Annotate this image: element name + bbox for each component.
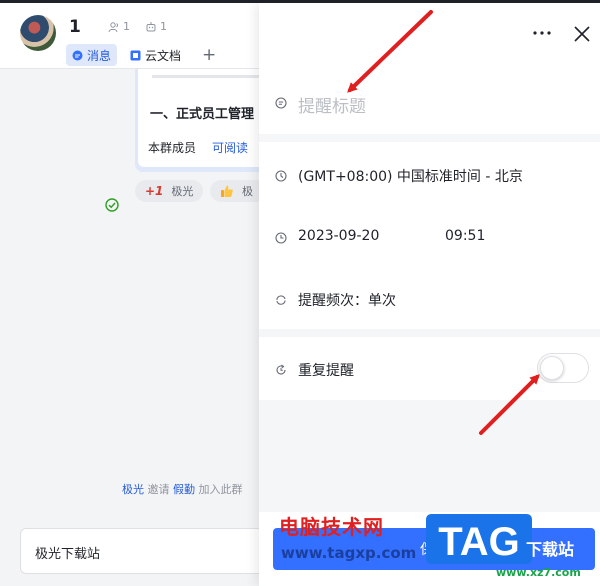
system-note-action: 邀请	[147, 483, 170, 496]
reminder-panel: 提醒标题 (GMT+08:00) 中国标准时间 - 北京 2023-09-20 …	[259, 3, 600, 586]
tab-messages[interactable]: 消息	[66, 44, 118, 66]
timezone-select[interactable]: (GMT+08:00) 中国标准时间 - 北京	[298, 166, 523, 186]
watermark-tag-logo: TAG	[426, 514, 532, 564]
repeat-reminder-toggle[interactable]	[537, 353, 589, 383]
reaction-user: 极光	[171, 185, 194, 198]
group-avatar[interactable]	[20, 15, 56, 51]
repeat-reminder-label: 重复提醒	[298, 363, 354, 379]
system-note-user[interactable]: 极光	[122, 483, 144, 496]
reminder-title-icon	[275, 97, 287, 109]
frequency-select[interactable]: 提醒频次：单次	[298, 290, 396, 310]
reminder-settings: (GMT+08:00) 中国标准时间 - 北京 2023-09-20 09:51…	[259, 142, 600, 329]
card-divider	[152, 75, 262, 78]
chat-bubble-icon	[72, 50, 83, 60]
clock-icon	[275, 232, 287, 244]
watermark-url-2: www.xz7.com	[496, 566, 581, 579]
reaction-plus-one[interactable]: +1 极光	[135, 180, 203, 202]
card-heading: 一、正式员工管理	[150, 107, 255, 122]
close-icon[interactable]	[573, 25, 591, 43]
plus-one-icon: +1	[145, 184, 164, 198]
add-tab-button[interactable]: +	[196, 44, 222, 66]
panel-header	[259, 3, 600, 71]
card-members-label: 本群成员	[148, 141, 197, 155]
read-check-icon	[105, 198, 119, 212]
chat-title[interactable]: 1	[69, 17, 81, 37]
message-input[interactable]: 极光下载站	[20, 528, 272, 574]
watermark-tag-text: TAG	[438, 520, 519, 564]
repeat-reminder-row: 重复提醒	[259, 337, 600, 400]
tab-messages-label: 消息	[87, 48, 112, 63]
tab-docs-label: 云文档	[145, 48, 182, 63]
more-icon[interactable]	[531, 27, 553, 39]
watermark-site: 下载站	[526, 540, 575, 559]
message-card[interactable]: 一、正式员工管理 本群成员 可阅读	[138, 69, 275, 167]
bots-count[interactable]: 1	[145, 20, 167, 33]
time-picker[interactable]: 09:51	[445, 228, 485, 244]
thumbs-up-icon	[221, 185, 233, 197]
system-note-suffix: 加入此群	[198, 483, 243, 496]
message-input-text: 极光下载站	[35, 547, 101, 562]
bots-count-value: 1	[160, 20, 167, 33]
frequency-icon	[276, 295, 286, 305]
system-note-target[interactable]: 假勤	[173, 483, 195, 496]
watermark-name: 电脑技术网	[279, 515, 384, 539]
members-icon	[108, 21, 119, 32]
system-note: 极光 邀请 假勤 加入此群	[122, 481, 243, 497]
reaction-user: 极	[242, 185, 253, 198]
repeat-icon	[276, 364, 286, 375]
doc-icon	[130, 50, 141, 60]
tab-docs[interactable]: 云文档	[124, 44, 187, 66]
reminder-title-row: 提醒标题	[259, 71, 600, 134]
members-count[interactable]: 1	[108, 20, 130, 33]
toggle-knob	[540, 356, 564, 380]
reminder-title-input[interactable]: 提醒标题	[298, 92, 366, 117]
members-count-value: 1	[123, 20, 130, 33]
date-picker[interactable]: 2023-09-20	[298, 228, 379, 244]
card-readable-link[interactable]: 可阅读	[212, 139, 248, 156]
watermark-url: www.tagxp.com	[281, 544, 417, 562]
bot-icon	[146, 21, 156, 31]
timezone-icon	[275, 170, 287, 182]
